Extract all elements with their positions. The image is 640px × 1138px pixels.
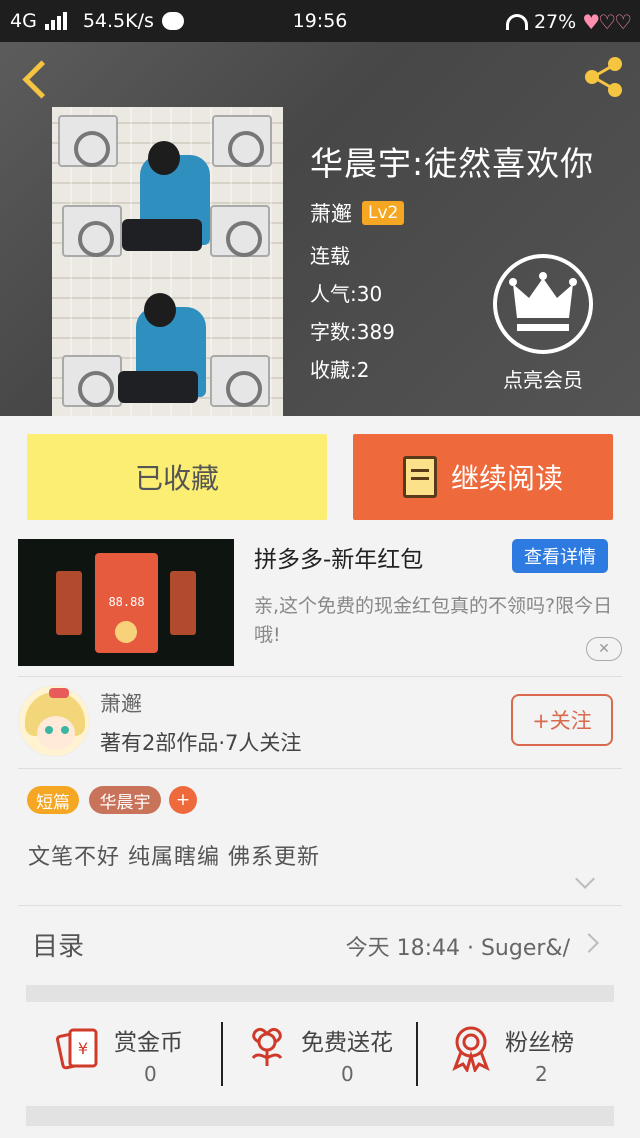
latest-chapter: 今天 18:44 · Suger&/ [345,936,570,961]
table-of-contents-row[interactable]: 目录 今天 18:44 · Suger&/ [26,906,614,984]
author-info: 著有2部作品·7人关注 [100,731,302,755]
book-title: 华晨宇:徒然喜欢你 [310,144,595,183]
book-icon [402,456,437,498]
battery-hearts-icon: ♥♡♡ [582,10,632,34]
chevron-down-icon[interactable] [574,872,596,894]
tag-label: 华晨宇 [99,792,151,813]
ad-description: 亲,这个免费的现金红包真的不领吗?限今日哦! [254,595,613,646]
crown-icon [509,272,577,331]
book-header: 华晨宇:徒然喜欢你 萧邂 Lv2 连载 人气:30 字数:389 收藏:2 点亮… [0,42,640,416]
book-status: 连载 [310,244,350,268]
stat-label: 免费送花 [301,1030,393,1056]
level-badge: Lv2 [362,201,405,225]
tag-hua-chenyu[interactable]: 华晨宇 [89,786,161,814]
follow-button[interactable]: +关注 [511,694,613,746]
favorite-count: 收藏:2 [310,358,370,382]
toc-label: 目录 [32,932,85,962]
section-divider [26,985,614,1002]
vip-button[interactable] [493,254,593,354]
stat-divider [221,1022,223,1086]
ribbon-icon [452,1026,490,1072]
tag-short-story[interactable]: 短篇 [27,786,79,814]
back-button[interactable] [18,58,52,98]
vip-label: 点亮会员 [503,368,583,392]
stat-label: 赏金币 [114,1030,183,1056]
book-summary: 文笔不好 纯属瞎编 佛系更新 [28,845,320,870]
tag-label: 短篇 [36,792,70,813]
word-count: 字数:389 [310,320,395,344]
stat-value: 0 [341,1062,354,1086]
book-cover[interactable] [52,107,283,416]
book-author[interactable]: 萧邂 [310,198,352,228]
stat-value: 0 [144,1062,157,1086]
status-bar: 4G 54.5K/s 19:56 27% ♥♡♡ [0,0,640,42]
ad-image[interactable]: 88.88 [18,539,234,666]
coin-icon: ¥ [56,1028,98,1070]
ad-amount: 88.88 [108,595,145,609]
divider [18,676,622,677]
ad-title[interactable]: 拼多多-新年红包 [254,540,423,574]
red-envelope-icon: 88.88 [95,553,158,653]
book-author-row: 萧邂 Lv2 [310,198,405,228]
popularity: 人气:30 [310,282,383,306]
chevron-right-icon [579,933,599,953]
ad-detail-button[interactable]: 查看详情 [512,539,608,573]
divider [18,768,622,769]
ad-close-icon[interactable]: ✕ [586,637,622,661]
share-icon[interactable] [580,54,626,100]
stat-label: 粉丝榜 [505,1030,574,1056]
continue-reading-button[interactable]: 继续阅读 [353,434,613,520]
author-name[interactable]: 萧邂 [100,688,142,718]
wifi-icon [505,14,528,30]
svg-text:¥: ¥ [78,1039,88,1058]
reward-coins-button[interactable]: ¥ 赏金币 0 [56,1018,206,1088]
battery-level: 27% [533,11,577,33]
section-divider [26,1106,614,1126]
send-flower-button[interactable]: 免费送花 0 [243,1018,413,1088]
favorite-button[interactable]: 已收藏 [27,434,327,520]
stat-divider [416,1022,418,1086]
favorite-label: 已收藏 [134,462,219,495]
flower-icon [251,1027,283,1066]
add-tag-label: + [175,790,191,810]
avatar[interactable] [18,685,90,757]
fan-ranking-button[interactable]: 粉丝榜 2 [447,1018,597,1088]
stat-value: 2 [535,1062,548,1086]
continue-reading-label: 继续阅读 [450,462,563,495]
add-tag-button[interactable]: + [169,786,197,814]
